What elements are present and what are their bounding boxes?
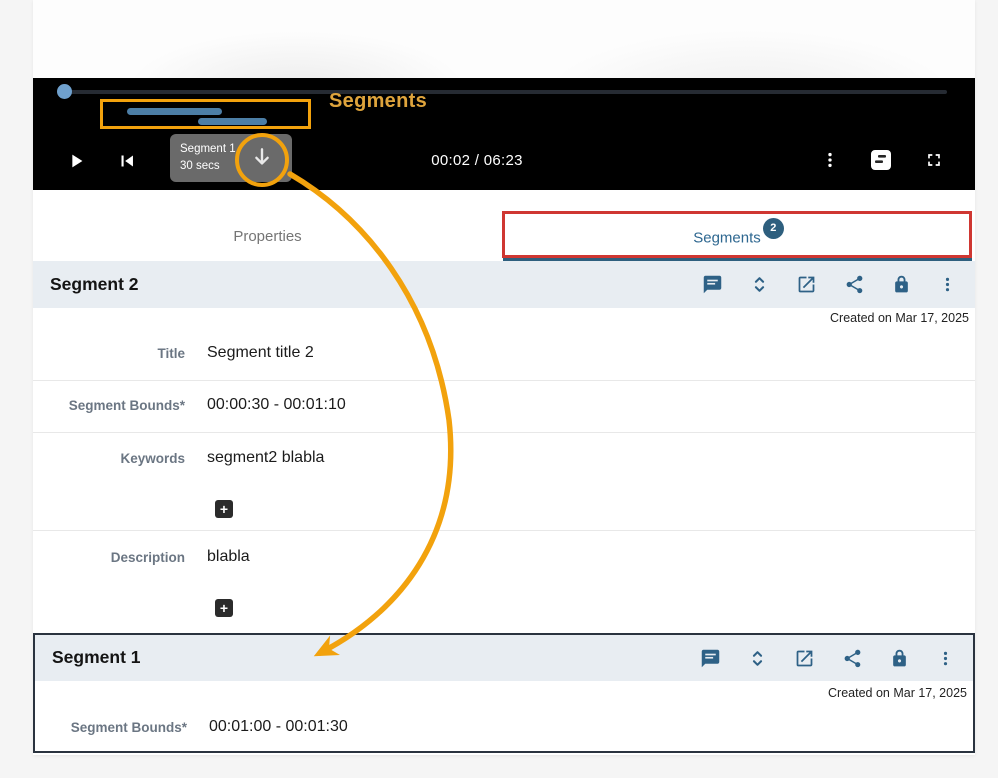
segment-card-1: Segment 1 [33, 633, 975, 753]
segment-title: Segment 2 [50, 274, 139, 295]
tab-bar: Properties Segments2 [33, 190, 975, 261]
comment-icon [700, 648, 721, 669]
lock-button[interactable] [892, 274, 911, 295]
open-in-new-icon [794, 648, 815, 669]
share-button[interactable] [844, 274, 865, 295]
field-label: Description [33, 550, 185, 565]
tab-properties[interactable]: Properties [33, 228, 502, 245]
tooltip-segment-duration: 30 secs [180, 158, 236, 175]
segment-display-icon [869, 148, 893, 172]
field-value: segment2 blabla [207, 449, 324, 467]
share-button[interactable] [842, 648, 863, 669]
field-label: Segment Bounds* [33, 398, 185, 413]
open-in-new-icon [796, 274, 817, 295]
play-icon [65, 150, 87, 172]
kebab-menu-icon [820, 149, 840, 171]
divider [33, 530, 975, 531]
segment-actions [702, 261, 957, 308]
seek-slider-thumb[interactable] [57, 84, 72, 99]
comment-button[interactable] [700, 648, 721, 669]
video-preview-area [33, 0, 975, 78]
waveform-bar [198, 118, 267, 125]
fullscreen-icon [924, 150, 944, 170]
skip-previous-icon [116, 150, 138, 172]
seek-slider[interactable] [63, 90, 947, 94]
divider [33, 432, 975, 433]
lock-icon [892, 274, 911, 295]
share-icon [844, 274, 865, 295]
comment-button[interactable] [702, 274, 723, 295]
lock-icon [890, 648, 909, 669]
waveform-bar [127, 108, 222, 115]
reorder-button[interactable] [750, 274, 769, 295]
add-description-button[interactable]: + [215, 599, 233, 617]
segment-title: Segment 1 [52, 647, 141, 668]
fullscreen-button[interactable] [924, 150, 944, 170]
comment-icon [702, 274, 723, 295]
unfold-more-icon [750, 274, 769, 295]
play-button[interactable] [65, 150, 87, 172]
lock-button[interactable] [890, 648, 909, 669]
kebab-menu-icon [938, 274, 957, 295]
open-in-new-button[interactable] [794, 648, 815, 669]
skip-previous-button[interactable] [116, 150, 138, 172]
unfold-more-icon [748, 648, 767, 669]
segment-1-header: Segment 1 [35, 635, 973, 681]
segment-display-toggle-button[interactable] [869, 148, 893, 172]
segments-count-badge: 2 [763, 218, 784, 239]
field-value: 00:01:00 - 00:01:30 [209, 718, 348, 736]
share-icon [842, 648, 863, 669]
segment-actions [700, 635, 955, 681]
add-keyword-button[interactable]: + [215, 500, 233, 518]
divider [33, 380, 975, 381]
created-date: Created on Mar 17, 2025 [830, 311, 969, 325]
player-segments-title: Segments [329, 90, 427, 113]
jump-to-segment-button[interactable] [242, 140, 282, 176]
field-value: 00:00:30 - 00:01:10 [207, 396, 346, 414]
field-label: Title [33, 346, 185, 361]
player-bar: Segments Segment 1 30 secs 00:02 [33, 78, 975, 190]
created-date: Created on Mar 17, 2025 [828, 686, 967, 700]
tab-segments[interactable]: Segments2 [505, 228, 972, 249]
field-label: Keywords [33, 451, 185, 466]
segment-tooltip-text: Segment 1 30 secs [180, 141, 236, 175]
field-value: Segment title 2 [207, 344, 314, 362]
tooltip-segment-name: Segment 1 [180, 141, 236, 158]
page: Segments Segment 1 30 secs 00:02 [0, 0, 998, 778]
open-in-new-button[interactable] [796, 274, 817, 295]
reorder-button[interactable] [748, 648, 767, 669]
time-display: 00:02 / 06:23 [397, 152, 557, 169]
tab-segments-label: Segments [693, 229, 761, 246]
segment-waveform-highlight-box [100, 99, 311, 129]
more-button[interactable] [936, 648, 955, 669]
field-label: Segment Bounds* [35, 720, 187, 735]
kebab-menu-icon [936, 648, 955, 669]
segment-tooltip: Segment 1 30 secs [170, 134, 292, 182]
down-arrow-icon [249, 145, 275, 171]
more-button[interactable] [938, 274, 957, 295]
segment-2-header: Segment 2 [33, 261, 975, 308]
content-panel: Segments Segment 1 30 secs 00:02 [33, 0, 975, 755]
field-value: blabla [207, 548, 250, 566]
player-more-button[interactable] [820, 149, 840, 171]
